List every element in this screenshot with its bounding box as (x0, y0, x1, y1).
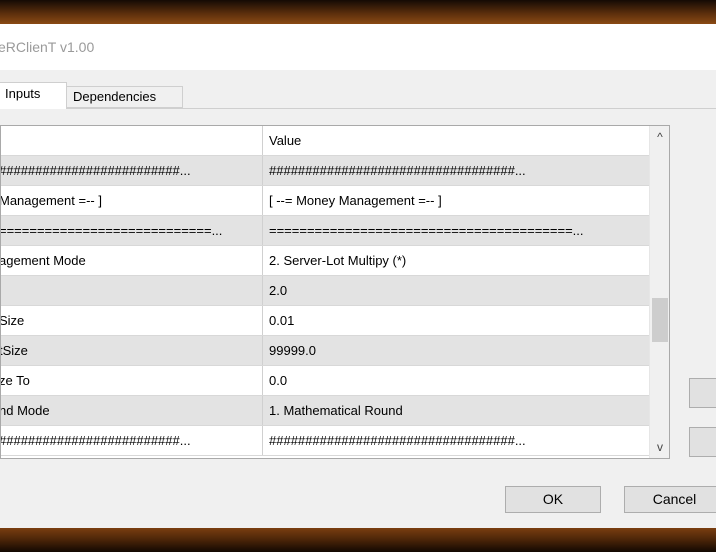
side-button-lower[interactable] (689, 427, 716, 457)
row-value-cell[interactable]: ##################################... (263, 426, 649, 455)
tab-dependencies[interactable]: Dependencies (67, 86, 183, 108)
table-row[interactable]: #########################... ###########… (1, 156, 649, 186)
header-value-cell: Value (269, 133, 302, 148)
table-row[interactable]: agement Mode 2. Server-Lot Multipy (*) (1, 246, 649, 276)
scroll-thumb[interactable] (652, 298, 668, 342)
scroll-down-icon[interactable]: v (650, 436, 669, 458)
row-value-cell[interactable]: ##################################... (263, 156, 649, 185)
table-row[interactable]: Management =-- ] [ --= Money Management … (1, 186, 649, 216)
table-row[interactable]: #########################... ###########… (1, 426, 649, 456)
tab-strip: Inputs Dependencies (0, 80, 716, 109)
grid-header-row: Value (1, 126, 649, 156)
row-value-cell[interactable]: 0.01 (263, 306, 649, 335)
ok-button[interactable]: OK (505, 486, 601, 513)
table-row[interactable]: nd Mode 1. Mathematical Round (1, 396, 649, 426)
row-value-cell[interactable]: [ --= Money Management =-- ] (263, 186, 649, 215)
row-name-cell: nd Mode (1, 396, 263, 425)
row-value-cell[interactable]: 2.0 (263, 276, 649, 305)
row-name-cell: tSize (1, 336, 263, 365)
side-button-upper[interactable] (689, 378, 716, 408)
tab-inputs[interactable]: Inputs (0, 82, 67, 109)
row-name-cell: ============================... (1, 216, 263, 245)
table-row[interactable]: Size 0.01 (1, 306, 649, 336)
inputs-dialog: eRClienT v1.00 Inputs Dependencies Value… (0, 24, 716, 528)
desktop-backdrop-bottom (0, 528, 716, 552)
inputs-grid: Value #########################... #####… (0, 125, 670, 459)
row-value-cell[interactable]: 99999.0 (263, 336, 649, 365)
row-name-cell (1, 276, 263, 305)
vertical-scrollbar[interactable]: ^ v (649, 126, 669, 458)
title-bar: eRClienT v1.00 (0, 24, 716, 70)
row-name-cell: ze To (1, 366, 263, 395)
row-name-cell: Management =-- ] (1, 186, 263, 215)
row-name-cell: Size (1, 306, 263, 335)
table-row[interactable]: ============================... ========… (1, 216, 649, 246)
row-name-cell: #########################... (1, 426, 263, 455)
cancel-button[interactable]: Cancel (624, 486, 716, 513)
row-name-cell: #########################... (1, 156, 263, 185)
table-row[interactable]: 2.0 (1, 276, 649, 306)
table-row[interactable]: tSize 99999.0 (1, 336, 649, 366)
row-name-cell: agement Mode (1, 246, 263, 275)
row-value-cell[interactable]: 2. Server-Lot Multipy (*) (263, 246, 649, 275)
row-value-cell[interactable]: 0.0 (263, 366, 649, 395)
row-value-cell[interactable]: ========================================… (263, 216, 649, 245)
window-title: eRClienT v1.00 (0, 39, 95, 55)
table-row[interactable]: ze To 0.0 (1, 366, 649, 396)
row-value-cell[interactable]: 1. Mathematical Round (263, 396, 649, 425)
desktop-backdrop-top (0, 0, 716, 24)
header-name-cell (1, 126, 263, 155)
scroll-up-icon[interactable]: ^ (650, 126, 669, 148)
